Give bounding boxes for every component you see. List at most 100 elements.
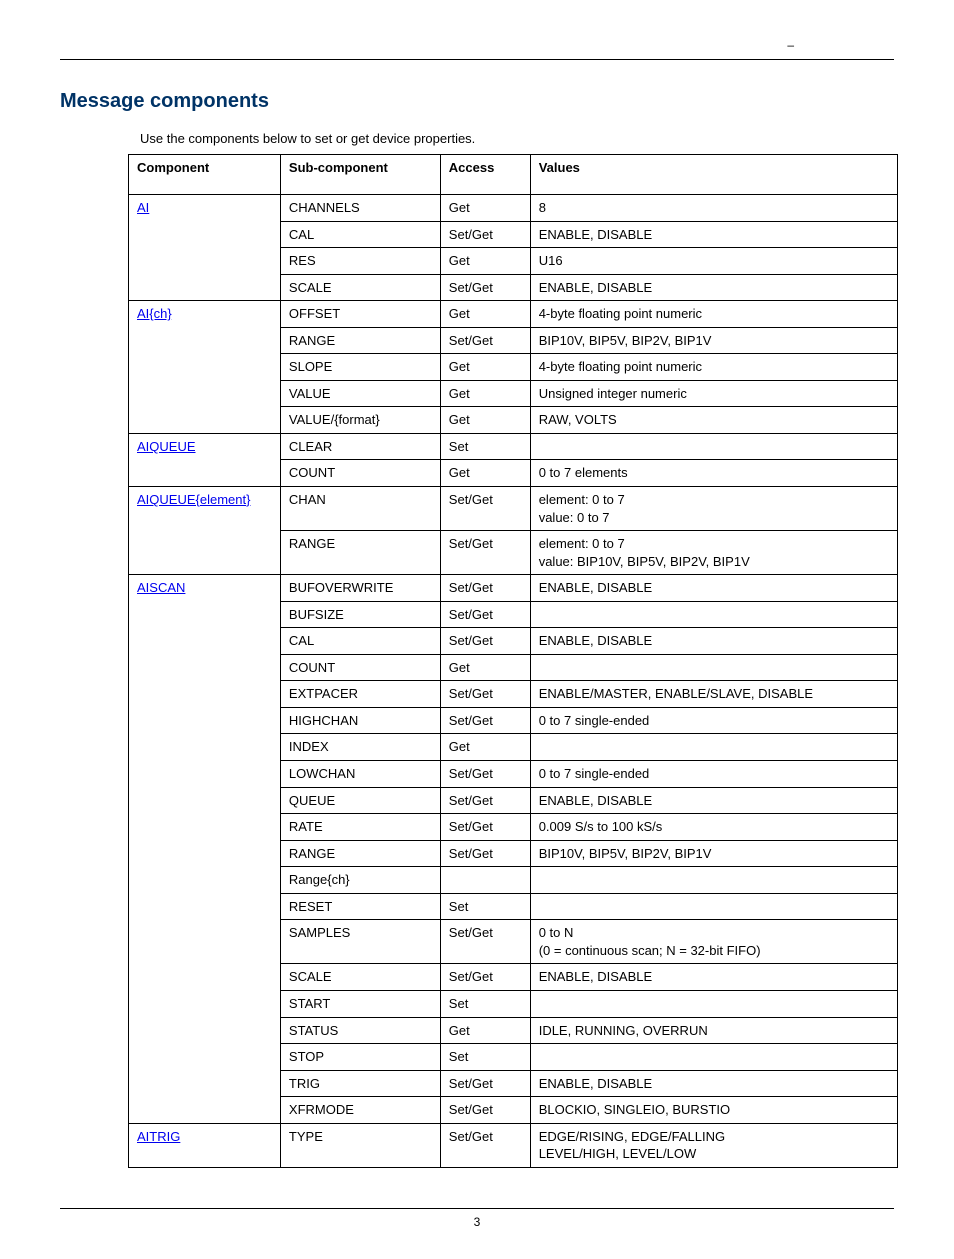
col-access: Access <box>440 155 530 195</box>
cell-access: Set/Get <box>440 487 530 531</box>
cell-vals: ENABLE, DISABLE <box>530 575 897 602</box>
cell-access: Get <box>440 734 530 761</box>
table-header-row: Component Sub-component Access Values <box>129 155 898 195</box>
section-title: Message components <box>60 90 894 113</box>
cell-sub: CHAN <box>280 487 440 531</box>
cell-access <box>440 867 530 894</box>
cell-vals: ENABLE, DISABLE <box>530 964 897 991</box>
cell-access: Set/Get <box>440 761 530 788</box>
cell-sub: Range{ch} <box>280 867 440 894</box>
cell-sub: QUEUE <box>280 787 440 814</box>
cell-sub: STATUS <box>280 1017 440 1044</box>
cell-access: Get <box>440 248 530 275</box>
cell-vals: 4-byte floating point numeric <box>530 301 897 328</box>
cell-sub: RATE <box>280 814 440 841</box>
table-row: AI{ch} OFFSET Get 4-byte floating point … <box>129 301 898 328</box>
cell-vals <box>530 433 897 460</box>
cell-sub: SCALE <box>280 964 440 991</box>
cell-access: Set <box>440 1044 530 1071</box>
cell-sub: OFFSET <box>280 301 440 328</box>
cell-vals <box>530 734 897 761</box>
cell-sub: RANGE <box>280 531 440 575</box>
cell-access: Set/Get <box>440 531 530 575</box>
col-values: Values <box>530 155 897 195</box>
cell-vals: EDGE/RISING, EDGE/FALLINGLEVEL/HIGH, LEV… <box>530 1123 897 1167</box>
cell-sub: LOWCHAN <box>280 761 440 788</box>
cell-access: Set/Get <box>440 920 530 964</box>
cell-sub: TRIG <box>280 1070 440 1097</box>
cell-vals: 8 <box>530 195 897 222</box>
cell-access: Set/Get <box>440 575 530 602</box>
cell-vals: ENABLE/MASTER, ENABLE/SLAVE, DISABLE <box>530 681 897 708</box>
link-aiscan[interactable]: AISCAN <box>137 580 185 595</box>
cell-vals: 0 to 7 single-ended <box>530 761 897 788</box>
cell-access: Get <box>440 354 530 381</box>
link-ai[interactable]: AI <box>137 200 149 215</box>
cell-access: Set/Get <box>440 1070 530 1097</box>
cell-access: Get <box>440 654 530 681</box>
cell-sub: TYPE <box>280 1123 440 1167</box>
table-row: AI CHANNELS Get 8 <box>129 195 898 222</box>
cell-vals <box>530 893 897 920</box>
link-aiqueue[interactable]: AIQUEUE <box>137 439 196 454</box>
cell-vals: 4-byte floating point numeric <box>530 354 897 381</box>
cell-access: Get <box>440 407 530 434</box>
cell-access: Set/Get <box>440 787 530 814</box>
cell-access: Set/Get <box>440 814 530 841</box>
cell-vals: Unsigned integer numeric <box>530 380 897 407</box>
header-dash: – <box>787 38 794 52</box>
cell-sub: CHANNELS <box>280 195 440 222</box>
cell-sub: COUNT <box>280 654 440 681</box>
cell-access: Set/Get <box>440 1097 530 1124</box>
cell-sub: CAL <box>280 628 440 655</box>
cell-sub: VALUE/{format} <box>280 407 440 434</box>
cell-vals: ENABLE, DISABLE <box>530 274 897 301</box>
cell-vals: 0 to 7 single-ended <box>530 707 897 734</box>
cell-vals <box>530 990 897 1017</box>
cell-vals: 0 to 7 elements <box>530 460 897 487</box>
link-aitrig[interactable]: AITRIG <box>137 1129 180 1144</box>
cell-access: Set/Get <box>440 1123 530 1167</box>
cell-vals: BIP10V, BIP5V, BIP2V, BIP1V <box>530 840 897 867</box>
cell-vals: U16 <box>530 248 897 275</box>
cell-vals: ENABLE, DISABLE <box>530 1070 897 1097</box>
cell-sub: RANGE <box>280 840 440 867</box>
cell-sub: BUFSIZE <box>280 601 440 628</box>
cell-vals: 0.009 S/s to 100 kS/s <box>530 814 897 841</box>
cell-sub: HIGHCHAN <box>280 707 440 734</box>
cell-access: Set/Get <box>440 601 530 628</box>
cell-sub: RANGE <box>280 327 440 354</box>
table-row: AIQUEUE{element} CHAN Set/Get element: 0… <box>129 487 898 531</box>
cell-sub: CLEAR <box>280 433 440 460</box>
cell-access: Set/Get <box>440 707 530 734</box>
cell-sub: RESET <box>280 893 440 920</box>
col-subcomponent: Sub-component <box>280 155 440 195</box>
cell-access: Get <box>440 1017 530 1044</box>
page-header: – <box>60 40 894 60</box>
link-aich[interactable]: AI{ch} <box>137 306 172 321</box>
page-footer: 3 <box>60 1208 894 1229</box>
cell-vals: element: 0 to 7value: BIP10V, BIP5V, BIP… <box>530 531 897 575</box>
link-aiqueue-el[interactable]: AIQUEUE{element} <box>137 492 250 507</box>
cell-access: Set/Get <box>440 221 530 248</box>
cell-sub: COUNT <box>280 460 440 487</box>
cell-sub: XFRMODE <box>280 1097 440 1124</box>
cell-access: Set/Get <box>440 964 530 991</box>
cell-access: Set/Get <box>440 327 530 354</box>
table-row: AITRIG TYPE Set/Get EDGE/RISING, EDGE/FA… <box>129 1123 898 1167</box>
table-row: AISCAN BUFOVERWRITE Set/Get ENABLE, DISA… <box>129 575 898 602</box>
cell-access: Get <box>440 195 530 222</box>
cell-sub: RES <box>280 248 440 275</box>
cell-sub: START <box>280 990 440 1017</box>
cell-vals: 0 to N(0 = continuous scan; N = 32-bit F… <box>530 920 897 964</box>
cell-vals: BLOCKIO, SINGLEIO, BURSTIO <box>530 1097 897 1124</box>
cell-sub: INDEX <box>280 734 440 761</box>
cell-vals <box>530 654 897 681</box>
cell-sub: VALUE <box>280 380 440 407</box>
cell-access: Set <box>440 433 530 460</box>
table-row: AIQUEUE CLEAR Set <box>129 433 898 460</box>
cell-sub: BUFOVERWRITE <box>280 575 440 602</box>
cell-sub: SAMPLES <box>280 920 440 964</box>
cell-sub: SCALE <box>280 274 440 301</box>
cell-sub: SLOPE <box>280 354 440 381</box>
